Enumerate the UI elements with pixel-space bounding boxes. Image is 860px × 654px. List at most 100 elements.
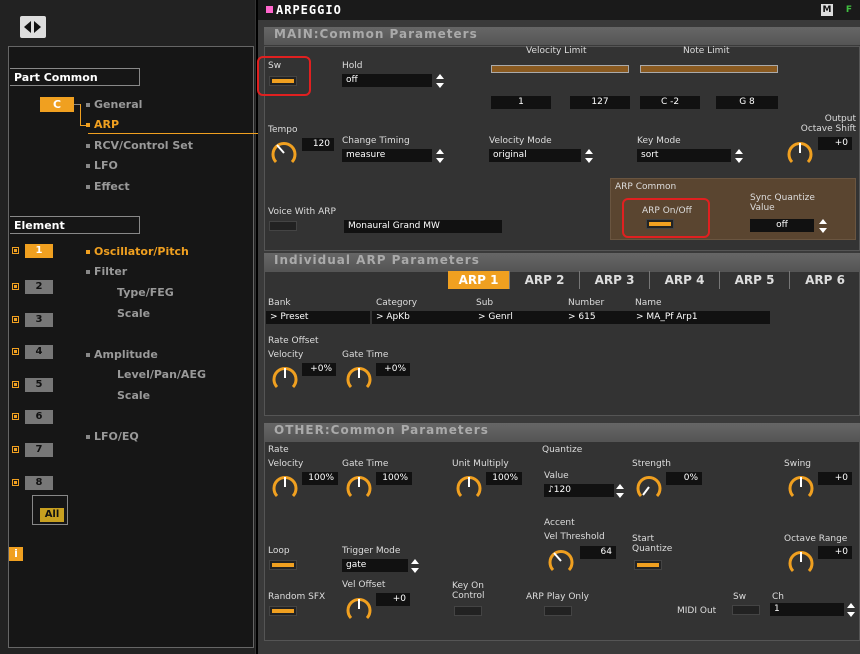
part-common-button[interactable]: C	[40, 97, 74, 112]
vel-offset-knob[interactable]	[344, 594, 374, 624]
velocity-high-value[interactable]: 127	[570, 96, 630, 109]
tempo-label: Tempo	[268, 125, 298, 135]
sidebar-item-effect[interactable]: Effect	[86, 180, 130, 193]
start-quantize-toggle[interactable]	[634, 560, 662, 570]
swing-knob[interactable]	[786, 472, 816, 502]
element-select-checkbox[interactable]	[12, 283, 19, 290]
octave-shift-knob[interactable]	[785, 138, 815, 168]
sidebar-item-arp[interactable]: ARP	[86, 118, 119, 131]
element-select-checkbox[interactable]	[12, 247, 19, 254]
octave-range-knob[interactable]	[786, 547, 816, 577]
info-icon[interactable]: i	[9, 547, 23, 561]
velocity-low-value[interactable]: 1	[491, 96, 551, 109]
midi-ch-updown-icon[interactable]	[847, 603, 855, 617]
midi-ch-select[interactable]: 1	[770, 603, 844, 616]
key-on-control-toggle[interactable]	[454, 606, 482, 616]
hold-select[interactable]: off	[342, 74, 432, 87]
vel-offset-value[interactable]: +0	[376, 593, 410, 606]
sub-value[interactable]: > Genrl	[474, 311, 564, 324]
element-select-checkbox[interactable]	[12, 446, 19, 453]
change-timing-select[interactable]: measure	[342, 149, 432, 162]
tab-arp-6[interactable]: ARP 6	[790, 271, 860, 289]
note-high-value[interactable]: G 8	[716, 96, 778, 109]
vel-threshold-knob[interactable]	[546, 546, 576, 576]
unit-multiply-value[interactable]: 100%	[486, 472, 522, 485]
quantize-updown-icon[interactable]	[616, 484, 624, 498]
voice-with-arp-name[interactable]: Monaural Grand MW	[344, 220, 502, 233]
name-value[interactable]: > MA_Pf Arp1	[632, 311, 770, 324]
sidebar-item-rcv-control-set[interactable]: RCV/Control Set	[86, 139, 193, 152]
velocity-offset-value[interactable]: +0%	[302, 363, 336, 376]
velocity-mode-updown-icon[interactable]	[585, 149, 593, 163]
key-mode-updown-icon[interactable]	[735, 149, 743, 163]
octave-range-value[interactable]: +0	[818, 546, 852, 559]
note-low-value[interactable]: C -2	[640, 96, 700, 109]
sidebar-item-filter[interactable]: Filter	[86, 265, 127, 278]
vel-threshold-value[interactable]: 64	[580, 546, 616, 559]
quantize-value-select[interactable]: ♪120	[544, 484, 614, 497]
sidebar-item-general[interactable]: General	[86, 98, 142, 111]
element-button-3[interactable]: 3	[25, 313, 53, 327]
category-value[interactable]: > ApKb	[372, 311, 474, 324]
element-select-checkbox[interactable]	[12, 479, 19, 486]
number-value[interactable]: > 615	[564, 311, 632, 324]
tab-arp-3[interactable]: ARP 3	[580, 271, 650, 289]
element-select-checkbox[interactable]	[12, 348, 19, 355]
sub-label: Sub	[476, 298, 494, 308]
element-button-2[interactable]: 2	[25, 280, 53, 294]
sidebar-item-scale-amp[interactable]: Scale	[117, 389, 150, 402]
arp-play-only-toggle[interactable]	[544, 606, 572, 616]
sidebar-item-oscillator-pitch[interactable]: Oscillator/Pitch	[86, 245, 189, 258]
strength-knob[interactable]	[634, 472, 664, 502]
key-mode-select[interactable]: sort	[637, 149, 731, 162]
change-timing-updown-icon[interactable]	[436, 149, 444, 163]
element-select-checkbox[interactable]	[12, 316, 19, 323]
strength-value[interactable]: 0%	[666, 472, 702, 485]
loop-toggle[interactable]	[269, 560, 297, 570]
sync-quantize-select[interactable]: off	[750, 219, 814, 232]
velocity-mode-select[interactable]: original	[489, 149, 581, 162]
tab-arp-1[interactable]: ARP 1	[448, 271, 510, 289]
voice-with-arp-toggle[interactable]	[269, 221, 297, 231]
unit-multiply-knob[interactable]	[454, 472, 484, 502]
tab-arp-2[interactable]: ARP 2	[510, 271, 580, 289]
trigger-mode-updown-icon[interactable]	[411, 559, 419, 573]
tab-arp-4[interactable]: ARP 4	[650, 271, 720, 289]
element-select-checkbox[interactable]	[12, 413, 19, 420]
element-button-4[interactable]: 4	[25, 345, 53, 359]
gate-time-offset-knob[interactable]	[344, 363, 374, 393]
random-sfx-toggle[interactable]	[269, 606, 297, 616]
rate-velocity-knob[interactable]	[270, 472, 300, 502]
all-elements-button[interactable]: All	[40, 508, 64, 522]
sync-quantize-updown-icon[interactable]	[819, 219, 827, 233]
velocity-offset-knob[interactable]	[270, 363, 300, 393]
sidebar-item-amplitude[interactable]: Amplitude	[86, 348, 158, 361]
midi-out-toggle[interactable]	[732, 605, 760, 615]
tab-arp-5[interactable]: ARP 5	[720, 271, 790, 289]
element-button-5[interactable]: 5	[25, 378, 53, 392]
rate-gate-time-value[interactable]: 100%	[376, 472, 412, 485]
rate-velocity-value[interactable]: 100%	[302, 472, 338, 485]
sidebar-item-lfo-eq[interactable]: LFO/EQ	[86, 430, 139, 443]
sidebar-item-scale[interactable]: Scale	[117, 307, 150, 320]
element-button-7[interactable]: 7	[25, 443, 53, 457]
tempo-knob[interactable]	[269, 138, 299, 168]
bank-value[interactable]: > Preset	[266, 311, 370, 324]
sidebar-item-type-feg[interactable]: Type/FEG	[117, 286, 174, 299]
velocity-limit-slider[interactable]	[491, 65, 629, 73]
note-limit-slider[interactable]	[640, 65, 778, 73]
nav-arrows-button[interactable]	[20, 16, 46, 38]
hold-updown-icon[interactable]	[436, 74, 444, 88]
element-button-1[interactable]: 1	[25, 244, 53, 258]
element-button-6[interactable]: 6	[25, 410, 53, 424]
element-button-8[interactable]: 8	[25, 476, 53, 490]
rate-gate-time-knob[interactable]	[344, 472, 374, 502]
gate-time-offset-value[interactable]: +0%	[376, 363, 410, 376]
trigger-mode-select[interactable]: gate	[342, 559, 408, 572]
sidebar-item-lfo[interactable]: LFO	[86, 159, 118, 172]
sidebar-item-level-pan-aeg[interactable]: Level/Pan/AEG	[117, 368, 206, 381]
tempo-value[interactable]: 120	[302, 138, 334, 151]
octave-shift-value[interactable]: +0	[818, 137, 852, 150]
element-select-checkbox[interactable]	[12, 381, 19, 388]
swing-value[interactable]: +0	[818, 472, 852, 485]
